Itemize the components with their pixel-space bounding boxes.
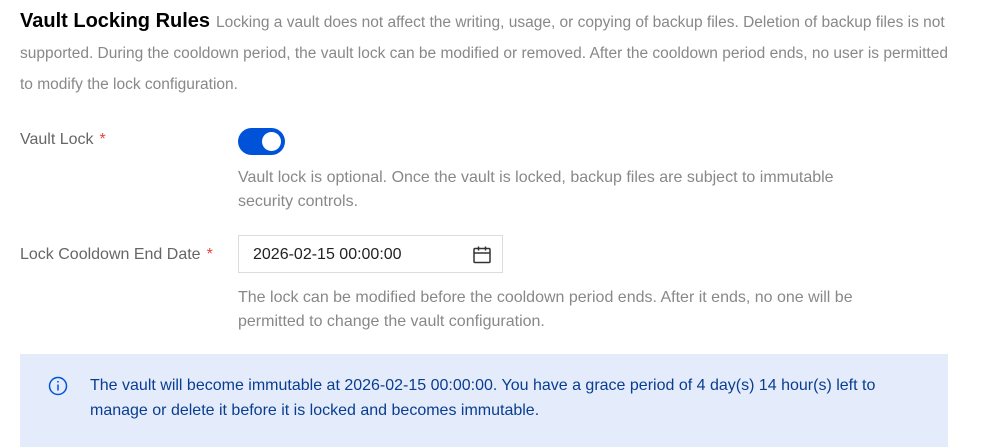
required-asterisk: *: [206, 246, 213, 263]
cooldown-help: The lock can be modified before the cool…: [238, 289, 853, 330]
notice-text: The vault will become immutable at 2026-…: [90, 377, 876, 419]
section-intro: Vault Locking Rules Locking a vault does …: [20, 6, 950, 100]
toggle-knob: [262, 132, 281, 151]
required-asterisk: *: [99, 131, 106, 148]
vault-locking-rules-page: Vault Locking Rules Locking a vault does …: [0, 0, 993, 447]
vault-lock-help: Vault lock is optional. Once the vault i…: [238, 169, 834, 210]
cooldown-end-date-label-text: Lock Cooldown End Date: [20, 246, 201, 263]
immutability-notice: The vault will become immutable at 2026-…: [20, 354, 948, 447]
vault-lock-label: Vault Lock *: [20, 131, 106, 149]
cooldown-end-date-picker[interactable]: 2026-02-15 00:00:00: [238, 235, 503, 273]
vault-lock-toggle[interactable]: [238, 128, 285, 155]
cooldown-end-date-label: Lock Cooldown End Date *: [20, 246, 213, 264]
section-title: Vault Locking Rules: [20, 10, 211, 32]
calendar-icon[interactable]: [472, 245, 492, 265]
cooldown-end-date-value: 2026-02-15 00:00:00: [253, 246, 402, 263]
vault-lock-label-text: Vault Lock: [20, 131, 94, 148]
info-icon: [48, 376, 68, 396]
